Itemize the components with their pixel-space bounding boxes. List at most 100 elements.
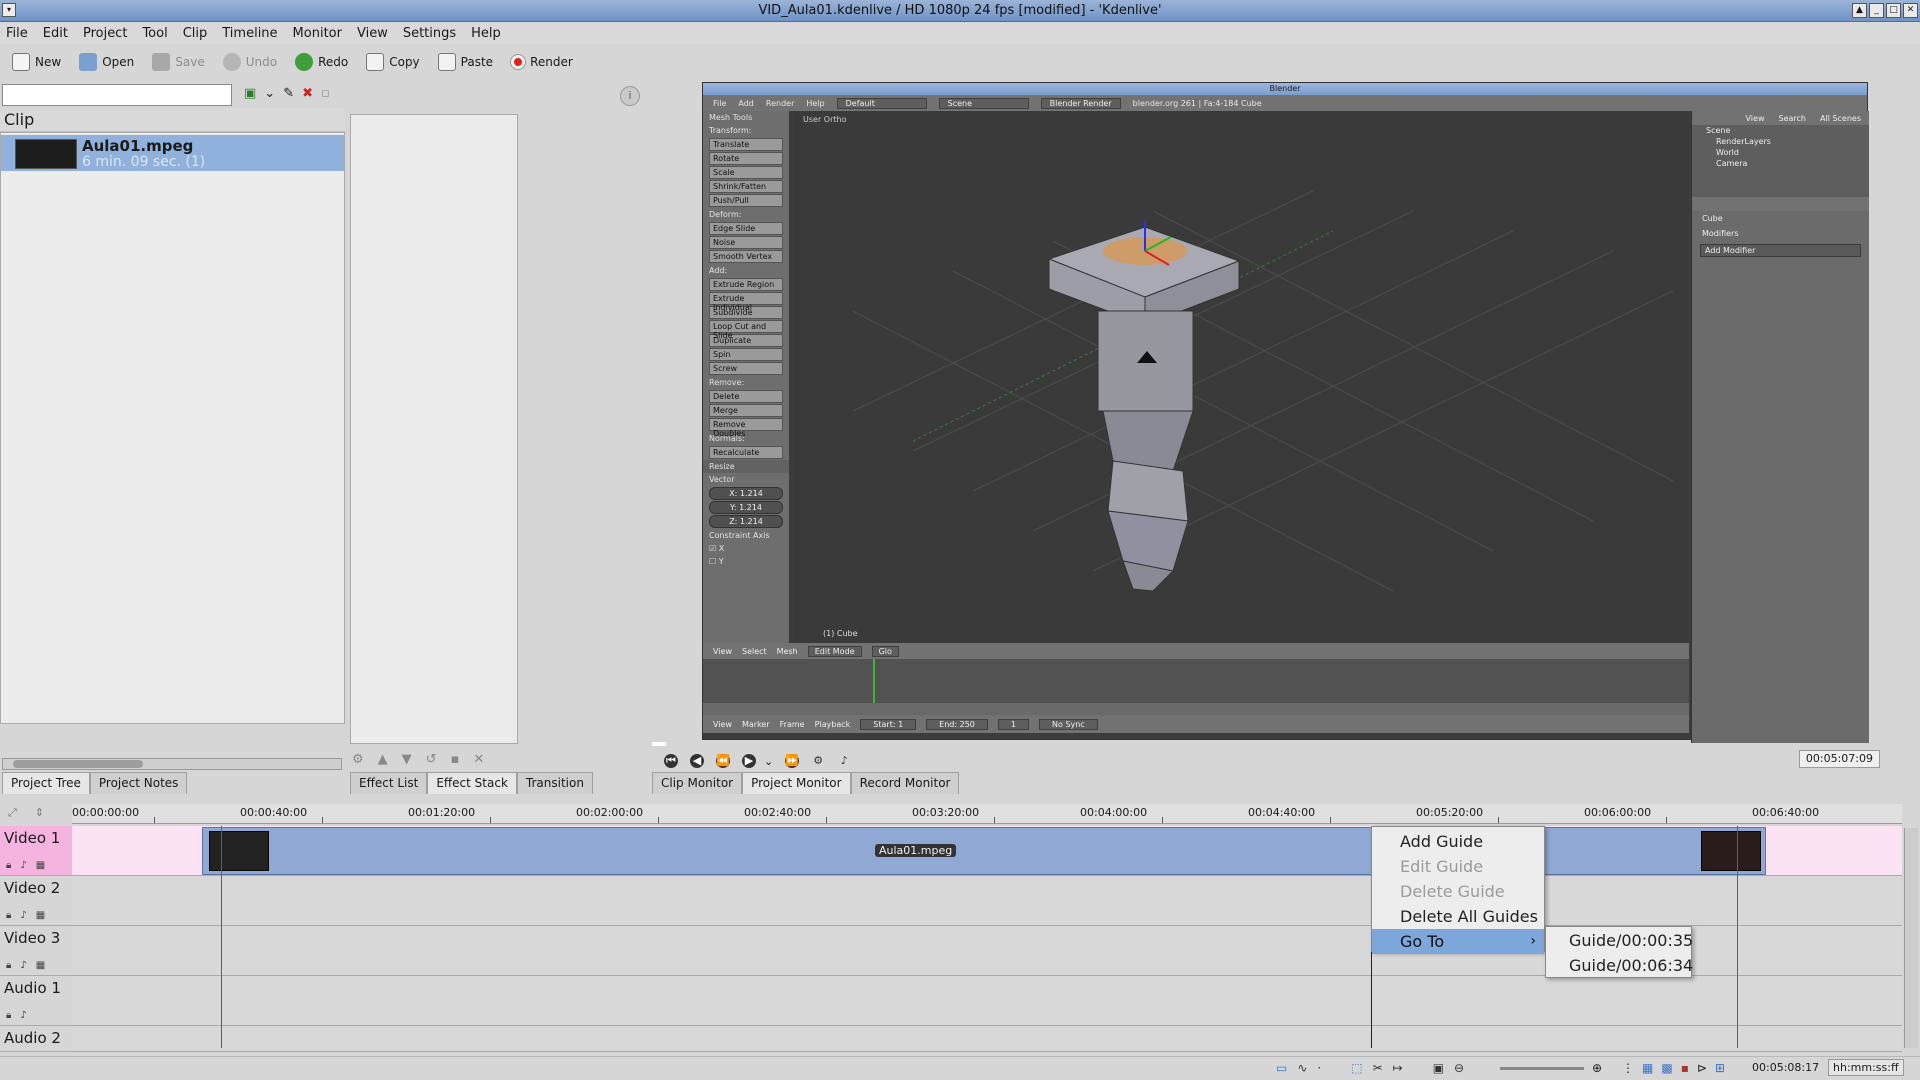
insert-mode-icon[interactable]: ⊞ [1715, 1061, 1725, 1075]
save-button[interactable]: Save [146, 49, 210, 75]
track-options-icon[interactable]: ⇕ [35, 806, 44, 820]
menu-item-delete-all-guides[interactable]: Delete All Guides [1372, 904, 1544, 929]
new-button[interactable]: New [6, 49, 67, 75]
menu-item-go-to[interactable]: Go To › [1372, 929, 1544, 954]
clip-properties-icon[interactable]: ▫ [321, 86, 330, 101]
menu-settings[interactable]: Settings [403, 26, 456, 41]
scrollbar-handle[interactable] [13, 760, 143, 768]
lock-icon[interactable]: 🔒︎ [6, 1010, 11, 1021]
mute-icon[interactable]: ♪ [20, 860, 26, 871]
tab-effect-list[interactable]: Effect List [350, 772, 428, 794]
tab-record-monitor[interactable]: Record Monitor [850, 772, 960, 794]
clip-column-header[interactable]: Clip [0, 108, 345, 132]
submenu-item-guide-1[interactable]: Guide/00:00:35 [1546, 928, 1693, 953]
audio-thumbnails-icon[interactable]: ∿ [1297, 1061, 1307, 1075]
menu-view[interactable]: View [357, 26, 388, 41]
show-markers-icon[interactable]: · [1317, 1061, 1321, 1075]
video-thumbnails-icon[interactable]: ▭ [1276, 1061, 1287, 1075]
timecode-format-select[interactable]: hh:mm:ss:ff [1828, 1059, 1904, 1076]
tab-project-tree[interactable]: Project Tree [2, 772, 90, 794]
menu-help[interactable]: Help [471, 26, 501, 41]
zoom-in-icon[interactable]: ⊕ [1592, 1061, 1602, 1075]
track-header-audio-2[interactable]: Audio 2 [0, 1026, 72, 1052]
menu-project[interactable]: Project [83, 26, 127, 41]
move-down-icon[interactable]: ▼ [402, 752, 412, 767]
record-icon[interactable]: ▪ [1681, 1061, 1689, 1075]
track-video-2[interactable] [72, 876, 1902, 926]
shade-window-icon[interactable]: ▲ [1852, 3, 1867, 18]
add-clip-icon[interactable]: ▣ [244, 86, 256, 101]
zoom-out-icon[interactable]: ⊖ [1454, 1061, 1464, 1075]
save-effect-icon[interactable]: ▪ [451, 752, 460, 767]
list-item[interactable]: Aula01.mpeg 6 min. 09 sec. (1) [1, 135, 344, 171]
zoom-fit-icon[interactable]: ⤢ [8, 806, 17, 820]
rewind-icon[interactable]: ◀ [690, 754, 704, 768]
next-frame-icon[interactable]: ⏩ [785, 754, 800, 768]
tab-effect-stack[interactable]: Effect Stack [427, 772, 517, 794]
undo-button[interactable]: Undo [217, 49, 283, 75]
monitor-timecode[interactable]: 00:05:07:09 [1798, 750, 1880, 768]
maximize-window-icon[interactable]: □ [1886, 3, 1901, 18]
video-icon[interactable]: ▦ [36, 960, 45, 971]
menu-tool[interactable]: Tool [142, 26, 167, 41]
timeline-ruler[interactable]: 00:00:00:00 00:00:40:00 00:01:20:00 00:0… [72, 804, 1902, 824]
render-button[interactable]: Render [505, 51, 579, 73]
tab-transition[interactable]: Transition [516, 772, 593, 794]
zoom-slider[interactable] [1500, 1067, 1584, 1070]
split-audio-icon[interactable]: ▦ [1642, 1061, 1653, 1075]
previous-frame-icon[interactable]: ⏪ [716, 754, 730, 768]
tab-project-notes[interactable]: Project Notes [89, 772, 188, 794]
menu-file[interactable]: File [6, 26, 28, 41]
menu-clip[interactable]: Clip [183, 26, 208, 41]
project-tree-scrollbar[interactable] [2, 758, 342, 770]
timeline-vertical-scrollbar[interactable] [1904, 828, 1918, 1048]
open-button[interactable]: Open [73, 49, 140, 75]
selection-tool-icon[interactable]: ⬚ [1351, 1061, 1362, 1075]
overwrite-mode-icon[interactable]: ▩ [1661, 1061, 1672, 1075]
menu-timeline[interactable]: Timeline [222, 26, 277, 41]
track-header-video-2[interactable]: Video 2 🔒︎ ♪ ▦ [0, 876, 72, 926]
ripple-icon[interactable]: ⊳ [1697, 1061, 1707, 1075]
effect-enable-icon[interactable]: ⚙ [352, 752, 364, 767]
snap-icon[interactable]: ⋮ [1622, 1061, 1634, 1075]
add-clip-dropdown-icon[interactable]: ⌄ [264, 86, 275, 101]
razor-tool-icon[interactable]: ✂ [1373, 1061, 1383, 1075]
play-options-chevron-icon[interactable]: ⌄ [764, 755, 773, 768]
reset-effect-icon[interactable]: ↺ [426, 752, 437, 767]
track-header-audio-1[interactable]: Audio 1 🔒︎ ♪ [0, 976, 72, 1026]
submenu-item-guide-2[interactable]: Guide/00:06:34 [1546, 953, 1693, 978]
lock-icon[interactable]: 🔒︎ [6, 910, 11, 921]
tab-project-monitor[interactable]: Project Monitor [742, 772, 851, 794]
track-video-1[interactable]: Aula01.mpeg [72, 826, 1902, 876]
minimize-window-icon[interactable]: _ [1869, 3, 1884, 18]
fit-zoom-icon[interactable]: ▣ [1433, 1061, 1444, 1075]
redo-button[interactable]: Redo [289, 49, 354, 75]
spacer-tool-icon[interactable]: ↦ [1393, 1061, 1403, 1075]
volume-icon[interactable]: ♪ [837, 754, 851, 768]
guide-marker-line[interactable] [1737, 826, 1738, 1048]
delete-effect-icon[interactable]: ✕ [473, 752, 484, 767]
monitor-settings-icon[interactable]: ⚙ [811, 754, 825, 768]
clip-list[interactable]: Aula01.mpeg 6 min. 09 sec. (1) [0, 132, 345, 724]
delete-clip-icon[interactable]: ✖ [302, 86, 313, 101]
info-icon[interactable]: i [620, 86, 640, 106]
menu-edit[interactable]: Edit [43, 26, 68, 41]
track-audio-1[interactable] [72, 976, 1902, 1026]
play-icon[interactable]: ▶ [742, 754, 756, 768]
effect-list-box[interactable] [350, 114, 518, 744]
paste-button[interactable]: Paste [432, 49, 499, 75]
edit-clip-icon[interactable]: ✎ [283, 86, 294, 101]
track-header-video-3[interactable]: Video 3 🔒︎ ♪ ▦ [0, 926, 72, 976]
video-icon[interactable]: ▦ [36, 860, 45, 871]
track-audio-2[interactable] [72, 1026, 1902, 1052]
lock-icon[interactable]: 🔒︎ [6, 860, 11, 871]
move-up-icon[interactable]: ▲ [378, 752, 388, 767]
mute-icon[interactable]: ♪ [20, 1010, 26, 1021]
video-icon[interactable]: ▦ [36, 910, 45, 921]
guide-marker-line[interactable] [221, 826, 222, 1048]
lock-icon[interactable]: 🔒︎ [6, 960, 11, 971]
tab-clip-monitor[interactable]: Clip Monitor [652, 772, 743, 794]
menu-item-delete-guide[interactable]: Delete Guide [1372, 879, 1544, 904]
mute-icon[interactable]: ♪ [20, 960, 26, 971]
close-window-icon[interactable]: ✕ [1903, 3, 1918, 18]
